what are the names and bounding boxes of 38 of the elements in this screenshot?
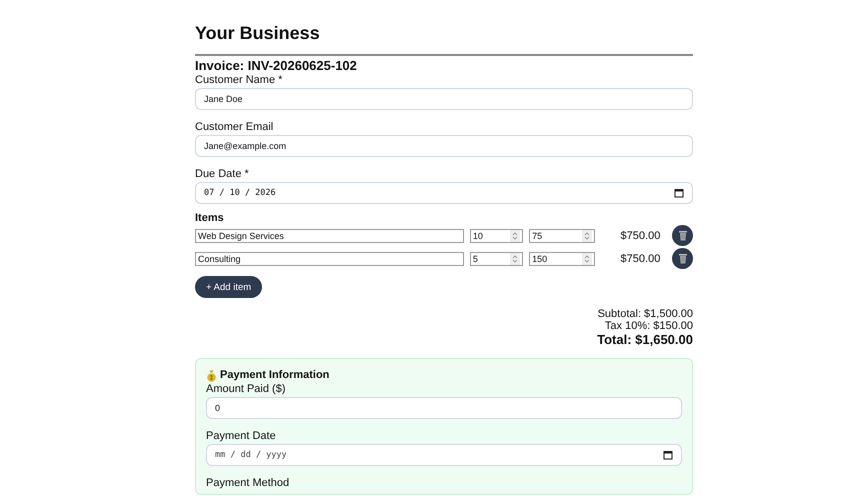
spinner-icon[interactable] (510, 230, 520, 242)
input-field[interactable]: Jane@example.com (195, 135, 693, 157)
field-label: Payment Date (206, 429, 276, 443)
number-field[interactable]: 150 (529, 252, 596, 266)
money-bag-icon (206, 370, 217, 382)
tax: Tax 10%: $150.00 (604, 320, 693, 332)
calendar-icon[interactable] (663, 450, 673, 460)
trash-icon (678, 230, 688, 241)
spinner-icon[interactable] (510, 252, 520, 264)
subtotal: Subtotal: $1,500.00 (598, 308, 693, 320)
invoice-title: Invoice: INV-20260625-102 (195, 58, 358, 73)
line-amount: $750.00 (620, 252, 660, 264)
line-amount: $750.00 (620, 230, 660, 242)
input-field[interactable]: Consulting (195, 252, 464, 266)
field-label: Amount Paid ($) (206, 382, 286, 396)
field-label: Customer Name * (195, 73, 282, 87)
business-name: Your Business (195, 22, 321, 44)
calendar-icon[interactable] (674, 188, 684, 198)
total: Total: $1,650.00 (597, 332, 693, 348)
number-field[interactable]: 10 (470, 228, 524, 242)
field-label: Due Date * (195, 167, 249, 181)
date-field[interactable]: mm / dd / yyyy (206, 444, 682, 466)
trash-icon (678, 253, 688, 264)
section-label: Items (195, 212, 225, 224)
number-field[interactable]: 5 (470, 252, 524, 266)
input-field[interactable]: 0 (206, 397, 682, 419)
input-field[interactable]: Jane Doe (195, 88, 693, 110)
delete-button[interactable] (672, 225, 693, 246)
delete-button[interactable] (672, 248, 693, 269)
input-field[interactable]: Web Design Services (195, 228, 464, 242)
field-label: Payment Method (206, 476, 290, 490)
section-title: Payment Information (220, 369, 330, 382)
number-field[interactable]: 75 (529, 228, 596, 242)
spinner-icon[interactable] (582, 252, 592, 264)
date-field[interactable]: 07 / 10 / 2026 (195, 182, 693, 204)
add-item-button[interactable]: + Add item (195, 276, 262, 298)
field-label: Customer Email (195, 120, 274, 134)
spinner-icon[interactable] (582, 230, 592, 242)
